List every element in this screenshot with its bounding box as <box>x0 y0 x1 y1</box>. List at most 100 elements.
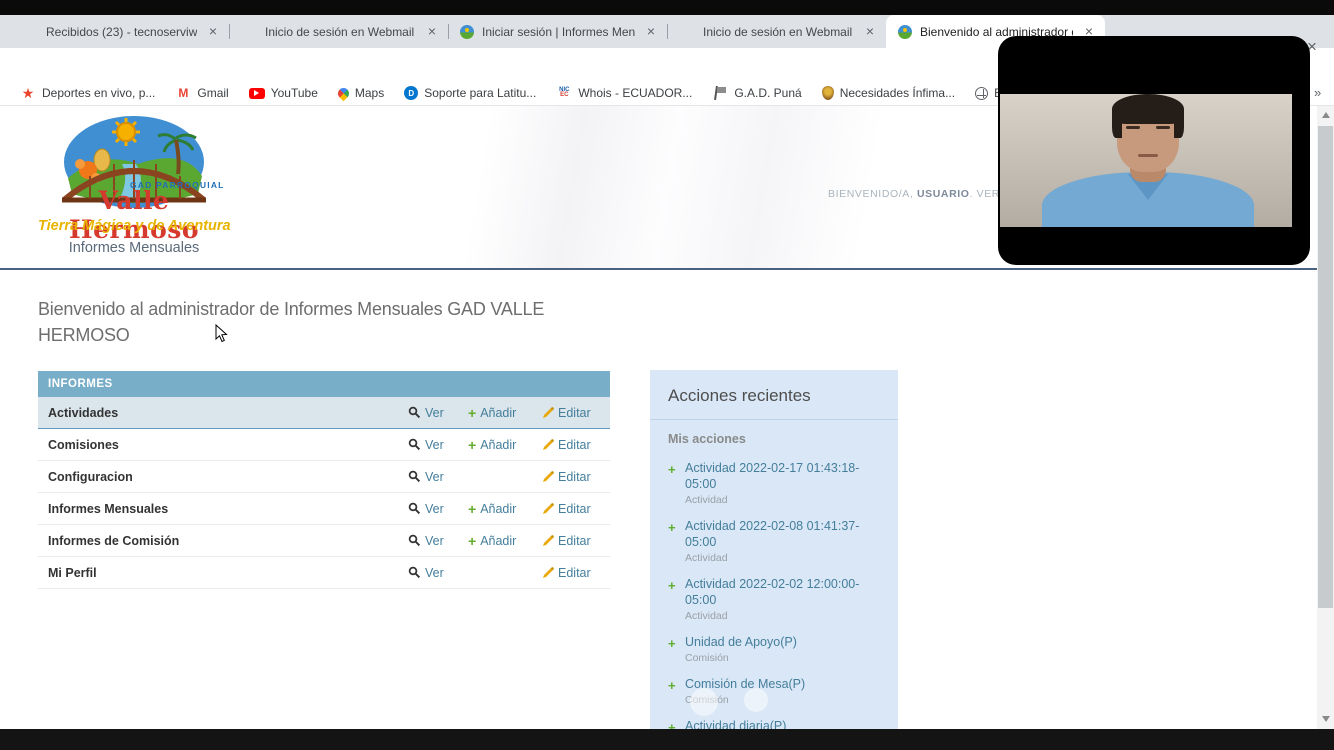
magnifier-icon <box>408 534 421 547</box>
add-link[interactable]: Añadir <box>468 405 542 421</box>
browser-tab[interactable]: Recibidos (23) - tecnoserviweb.e <box>10 15 229 48</box>
model-name-link[interactable]: Actividades <box>38 406 408 420</box>
bookmark-icon <box>975 87 988 100</box>
mouse-cursor <box>215 324 228 343</box>
edit-link[interactable]: Editar <box>542 438 610 452</box>
view-link[interactable]: Ver <box>408 534 468 548</box>
bookmark-label: G.A.D. Puná <box>734 86 801 100</box>
table-row: Informes de Comisión Ver Añadir Editar <box>38 525 610 557</box>
add-link[interactable]: Añadir <box>468 533 542 549</box>
recent-action-link[interactable]: Actividad 2022-02-02 12:00:00-05:00 <box>685 576 880 608</box>
plus-icon <box>668 635 676 653</box>
bookmark-icon <box>556 85 572 101</box>
model-name-link[interactable]: Configuracion <box>38 470 408 484</box>
bookmark-label: Whois - ECUADOR... <box>578 86 692 100</box>
edit-link[interactable]: Editar <box>542 566 610 580</box>
edit-link[interactable]: Editar <box>542 406 610 420</box>
tab-favicon <box>241 24 257 40</box>
scrollbar-up-arrow[interactable] <box>1322 112 1330 118</box>
edit-label: Editar <box>558 406 591 420</box>
tab-close-icon[interactable] <box>862 24 878 40</box>
overlay-dot <box>600 694 622 716</box>
bookmark-icon <box>249 88 265 99</box>
overlay-dot <box>690 688 718 716</box>
bookmark-item[interactable]: Gmail <box>167 85 236 101</box>
page-title-line2: HERMOSO <box>38 322 544 348</box>
recent-action-type: Actividad <box>685 494 880 506</box>
browser-tab[interactable]: Inicio de sesión en Webmail <box>667 15 886 48</box>
magnifier-icon <box>408 406 421 419</box>
tab-list: Recibidos (23) - tecnoserviweb.e Inicio … <box>10 15 1105 48</box>
page-title-line1: Bienvenido al administrador de Informes … <box>38 296 544 322</box>
bookmarks-overflow-icon[interactable] <box>1314 85 1321 100</box>
site-subtitle: Informes Mensuales <box>38 240 230 256</box>
add-label: Añadir <box>480 534 516 548</box>
bookmark-item[interactable]: Deportes en vivo, p... <box>12 85 163 101</box>
recent-actions-title: Acciones recientes <box>668 386 880 406</box>
view-link[interactable]: Ver <box>408 406 468 420</box>
recent-action-type: Comisión <box>685 652 880 664</box>
edit-link[interactable]: Editar <box>542 502 610 516</box>
webcam-overlay <box>998 36 1310 265</box>
view-label: Ver <box>425 438 444 452</box>
plus-icon <box>468 405 476 421</box>
view-link[interactable]: Ver <box>408 470 468 484</box>
view-label: Ver <box>425 406 444 420</box>
person-eyebrow <box>1126 126 1140 129</box>
tab-title: Inicio de sesión en Webmail <box>703 25 854 39</box>
edit-label: Editar <box>558 534 591 548</box>
scrollbar-thumb[interactable] <box>1318 126 1333 608</box>
person-mouth <box>1138 154 1158 157</box>
bookmark-item[interactable]: Maps <box>330 86 392 100</box>
bookmark-item[interactable]: G.A.D. Puná <box>704 85 809 101</box>
table-row: Informes Mensuales Ver Añadir Editar <box>38 493 610 525</box>
pencil-icon <box>542 567 554 579</box>
add-label: Añadir <box>480 502 516 516</box>
bookmark-icon <box>336 85 352 101</box>
welcome-username: USUARIO <box>917 188 970 200</box>
add-label: Añadir <box>480 406 516 420</box>
model-name-link[interactable]: Comisiones <box>38 438 408 452</box>
view-link[interactable]: Ver <box>408 502 468 516</box>
recent-action-link[interactable]: Actividad 2022-02-17 01:43:18-05:00 <box>685 460 880 492</box>
plus-icon <box>668 677 676 695</box>
add-link[interactable]: Añadir <box>468 501 542 517</box>
edit-label: Editar <box>558 566 591 580</box>
plus-icon <box>468 501 476 517</box>
person-hair-side <box>1112 112 1122 138</box>
tab-close-icon[interactable] <box>205 24 221 40</box>
edit-link[interactable]: Editar <box>542 534 610 548</box>
model-name-link[interactable]: Mi Perfil <box>38 566 408 580</box>
welcome-user-text: BIENVENIDO/A, USUARIO. VER <box>700 188 1000 200</box>
magnifier-icon <box>408 566 421 579</box>
plus-icon <box>668 577 676 595</box>
bookmark-item[interactable]: Whois - ECUADOR... <box>548 85 700 101</box>
bookmark-item[interactable]: Necesidades Ínfima... <box>814 86 963 100</box>
view-link[interactable]: Ver <box>408 438 468 452</box>
screen-recording-frame: Recibidos (23) - tecnoserviweb.e Inicio … <box>0 0 1334 750</box>
edit-link[interactable]: Editar <box>542 470 610 484</box>
bookmark-item[interactable]: Soporte para Latitu... <box>396 86 544 100</box>
panel-divider <box>650 419 898 420</box>
model-name-link[interactable]: Informes de Comisión <box>38 534 408 548</box>
bookmark-item[interactable]: YouTube <box>241 86 326 100</box>
recent-action-link[interactable]: Comisión de Mesa(P) <box>685 676 880 692</box>
edit-label: Editar <box>558 470 591 484</box>
add-link[interactable]: Añadir <box>468 437 542 453</box>
recent-action-link[interactable]: Unidad de Apoyo(P) <box>685 634 880 650</box>
model-name-link[interactable]: Informes Mensuales <box>38 502 408 516</box>
browser-tab[interactable]: Iniciar sesión | Informes Mensual <box>448 15 667 48</box>
tab-close-icon[interactable] <box>643 24 659 40</box>
view-label: Ver <box>425 534 444 548</box>
scrollbar-down-arrow[interactable] <box>1322 716 1330 722</box>
welcome-prefix: BIENVENIDO/A, <box>828 188 913 200</box>
browser-tab[interactable]: Inicio de sesión en Webmail <box>229 15 448 48</box>
bookmark-icon <box>822 86 834 100</box>
view-link[interactable]: Ver <box>408 566 468 580</box>
tab-close-icon[interactable] <box>424 24 440 40</box>
letterbox-top <box>0 0 1334 15</box>
recent-action-link[interactable]: Actividad 2022-02-08 01:41:37-05:00 <box>685 518 880 550</box>
magnifier-icon <box>408 438 421 451</box>
admin-index-content: Bienvenido al administrador de Informes … <box>0 270 1334 729</box>
tab-title: Inicio de sesión en Webmail <box>265 25 416 39</box>
